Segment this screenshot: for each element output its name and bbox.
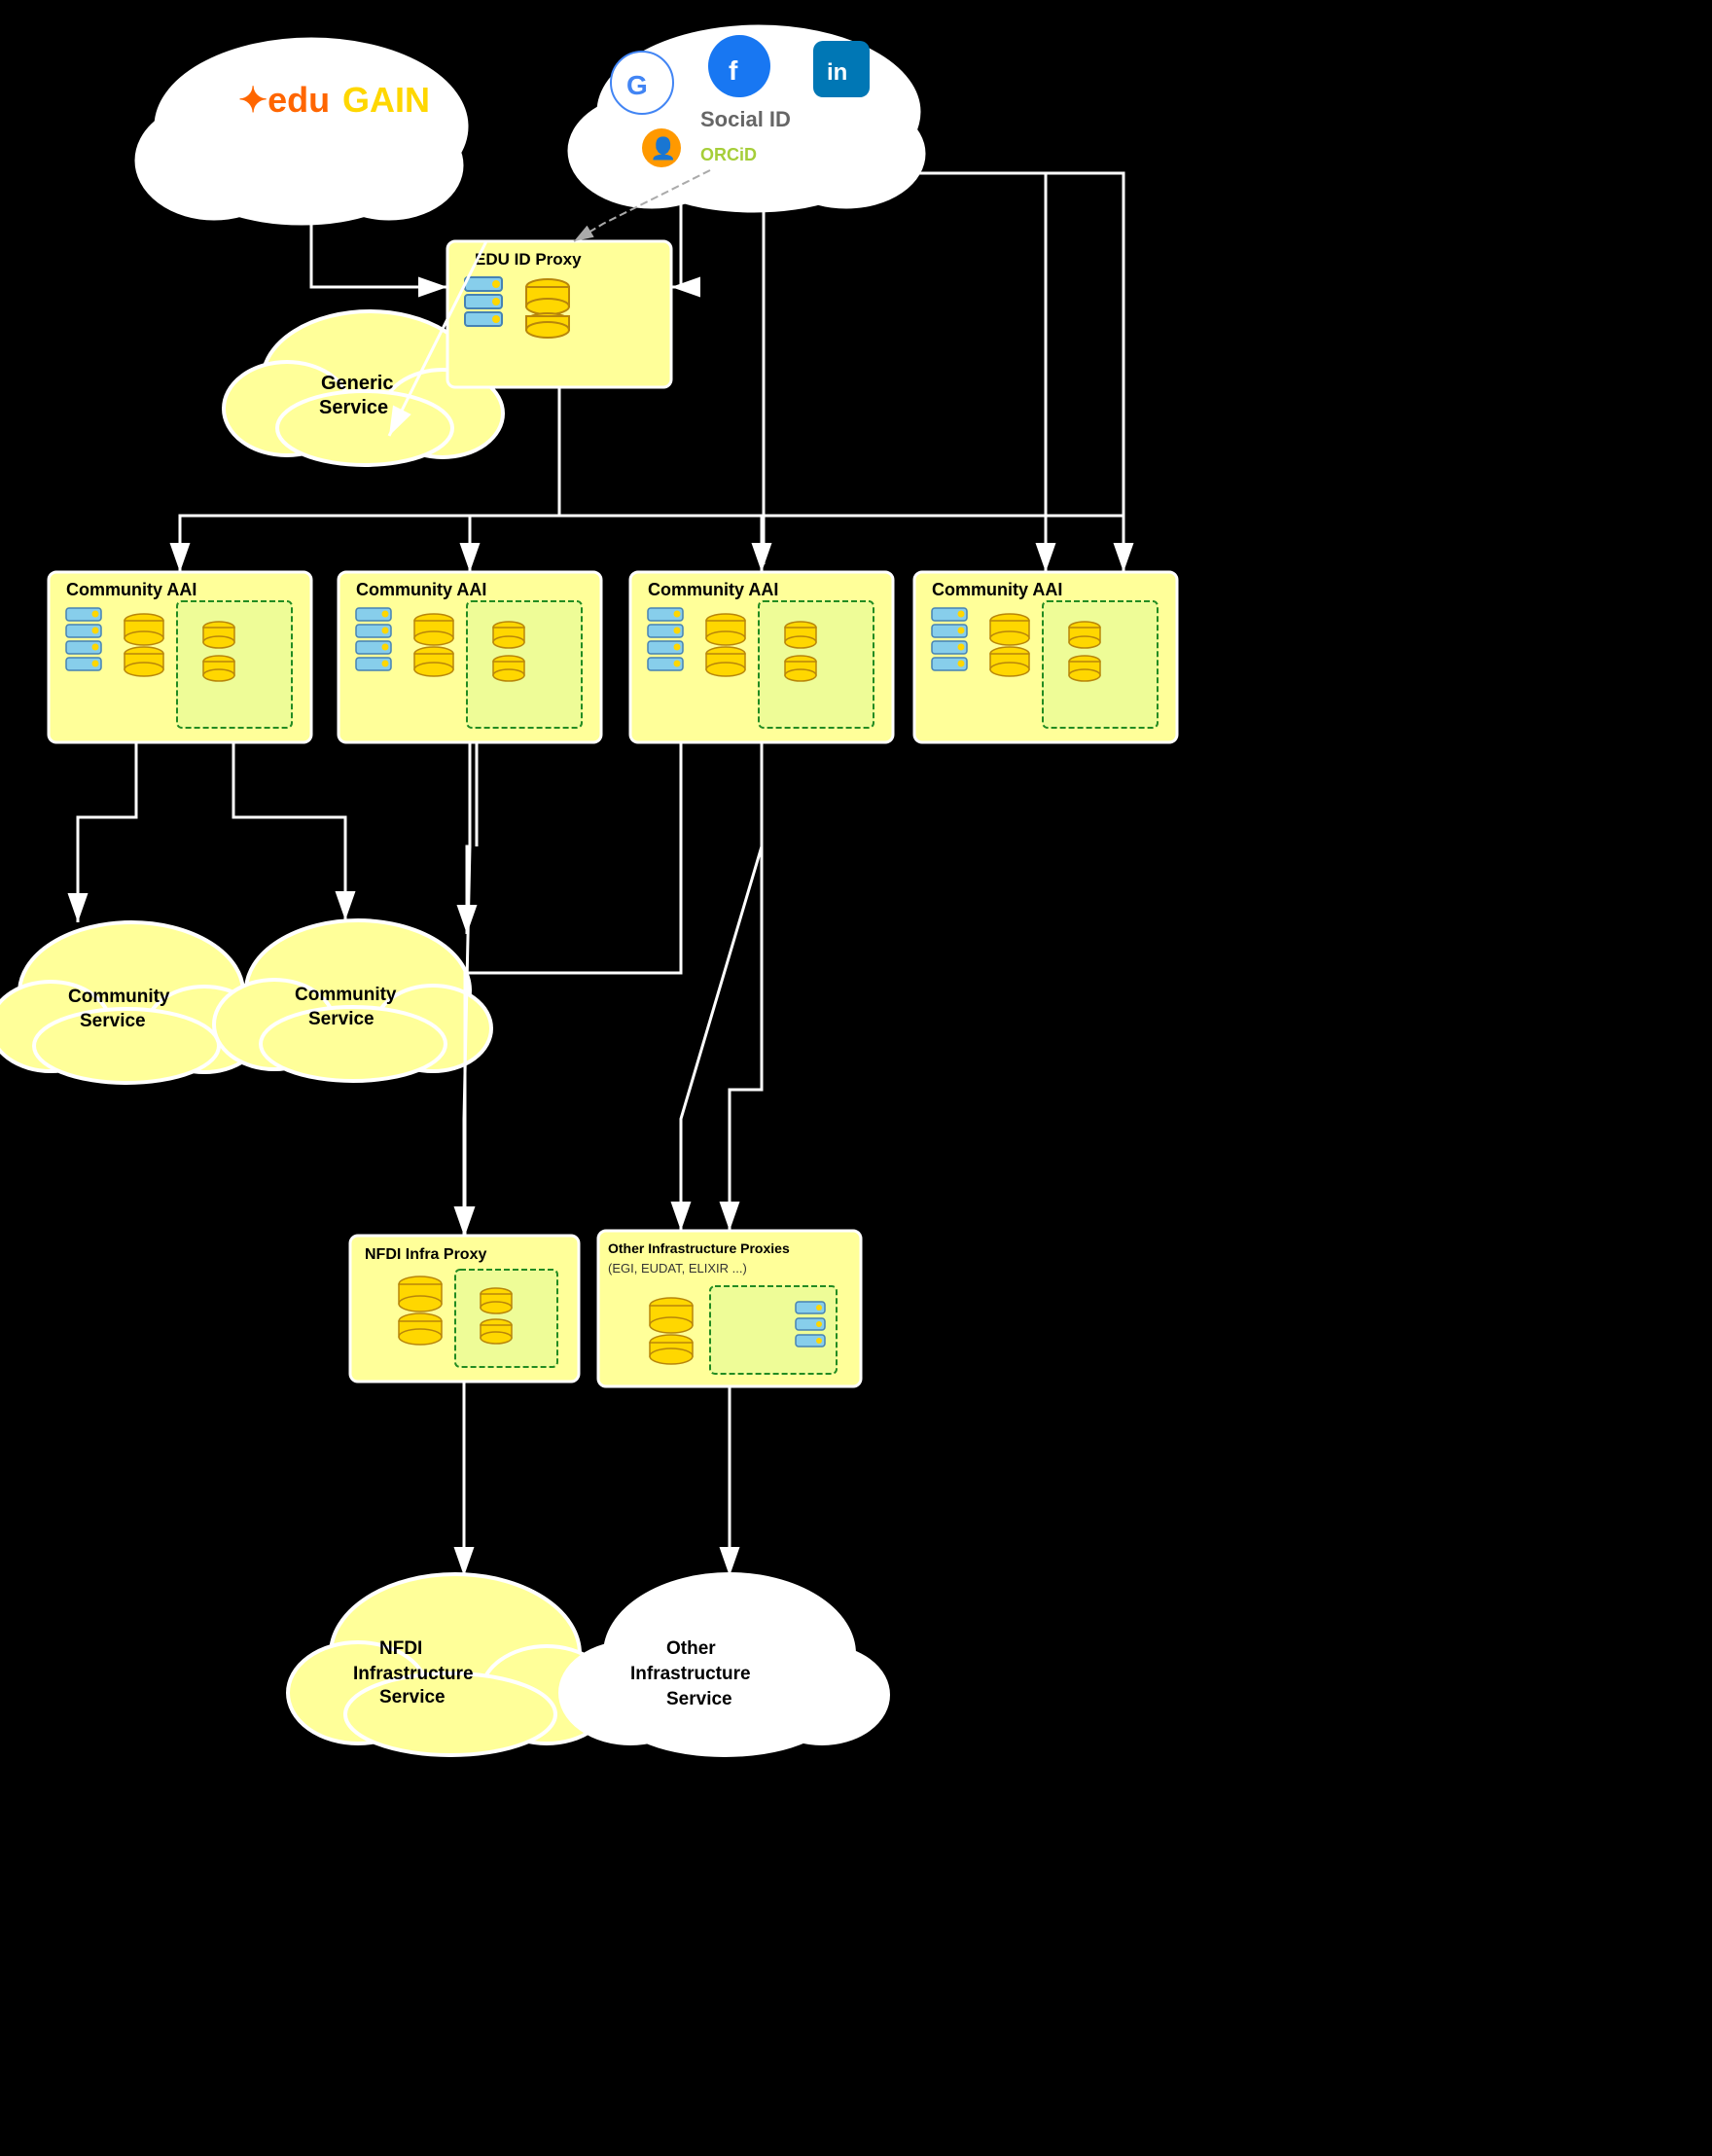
- svg-text:GAIN: GAIN: [342, 80, 430, 120]
- svg-text:ORCiD: ORCiD: [700, 145, 757, 164]
- edu-id-proxy-box: EDU ID Proxy: [447, 241, 671, 387]
- community-aai-4-box: Community AAI: [914, 572, 1177, 742]
- svg-text:EDU ID Proxy: EDU ID Proxy: [475, 250, 582, 269]
- svg-text:Community AAI: Community AAI: [356, 580, 486, 599]
- social-id-cloud: G f in Social ID 👤 ORCiD: [569, 26, 924, 211]
- nfdi-infra-proxy-box: NFDI Infra Proxy: [350, 1236, 579, 1382]
- svg-text:Social ID: Social ID: [700, 107, 791, 131]
- community-aai-2-box: Community AAI: [339, 572, 601, 742]
- svg-text:Generic: Generic: [321, 373, 393, 394]
- svg-text:Service: Service: [308, 1009, 374, 1029]
- nfdi-infra-service-cloud: NFDI Infrastructure Service: [288, 1574, 613, 1755]
- svg-text:✦edu: ✦edu: [238, 80, 330, 120]
- svg-text:Service: Service: [666, 1689, 732, 1709]
- svg-text:in: in: [827, 59, 847, 86]
- svg-text:Community AAI: Community AAI: [648, 580, 778, 599]
- svg-text:NFDI Infra Proxy: NFDI Infra Proxy: [365, 1246, 486, 1263]
- svg-text:Community: Community: [68, 987, 170, 1007]
- other-infra-service-cloud: Other Infrastructure Service: [560, 1574, 888, 1755]
- edugain-cloud: ✦edu GAIN: [136, 39, 467, 224]
- svg-text:Infrastructure: Infrastructure: [630, 1664, 751, 1684]
- community-aai-1-box: Community AAI: [49, 572, 311, 742]
- svg-text:Service: Service: [80, 1011, 146, 1031]
- svg-text:Other Infrastructure Proxies: Other Infrastructure Proxies: [608, 1240, 790, 1256]
- generic-service-cloud: Generic Service: [224, 311, 503, 465]
- svg-text:(EGI, EUDAT, ELIXIR ...): (EGI, EUDAT, ELIXIR ...): [608, 1261, 747, 1276]
- svg-text:G: G: [626, 70, 648, 100]
- svg-text:Infrastructure: Infrastructure: [353, 1664, 474, 1684]
- diagram-container: ✦edu GAIN G f in Social ID 👤 ORCiD: [0, 0, 1712, 2156]
- svg-text:👤: 👤: [650, 136, 676, 161]
- svg-text:Service: Service: [379, 1687, 446, 1707]
- svg-text:Service: Service: [319, 397, 388, 418]
- svg-text:NFDI: NFDI: [379, 1638, 422, 1659]
- community-service-1-cloud: Community Service: [0, 922, 263, 1083]
- other-infra-proxy-box: Other Infrastructure Proxies (EGI, EUDAT…: [598, 1231, 861, 1386]
- svg-text:Other: Other: [666, 1638, 716, 1659]
- svg-text:Community: Community: [295, 985, 397, 1005]
- svg-text:Community AAI: Community AAI: [66, 580, 196, 599]
- community-service-2-cloud: Community Service: [214, 920, 491, 1081]
- svg-text:Community AAI: Community AAI: [932, 580, 1062, 599]
- community-aai-3-box: Community AAI: [630, 572, 893, 742]
- svg-text:f: f: [729, 55, 738, 86]
